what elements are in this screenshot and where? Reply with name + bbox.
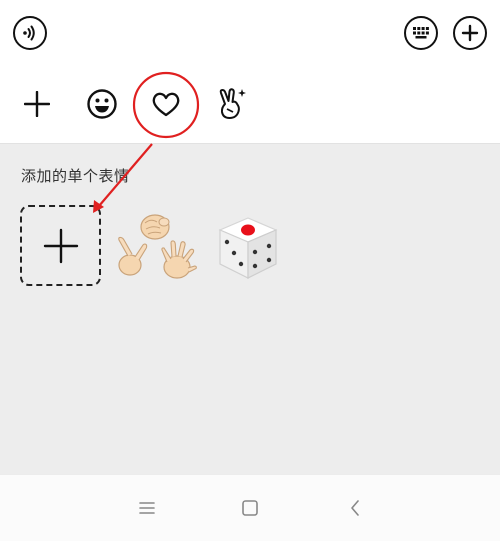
system-nav-bar [0, 474, 500, 541]
sticker-panel: 添加的单个表情 [0, 144, 500, 474]
plus-icon [43, 228, 78, 263]
rock-paper-scissors-sticker[interactable] [115, 210, 197, 282]
keyboard-icon[interactable] [404, 16, 438, 50]
emoji-tab-bar [0, 66, 500, 144]
dice-sticker[interactable] [212, 212, 284, 284]
menu-icon[interactable] [132, 493, 162, 523]
back-icon[interactable] [340, 493, 370, 523]
section-title: 添加的单个表情 [21, 167, 130, 185]
add-sticker-button[interactable] [20, 205, 101, 286]
voice-icon[interactable] [13, 16, 47, 50]
plus-circle-icon[interactable] [453, 16, 487, 50]
hand-gesture-icon[interactable] [212, 84, 252, 124]
emoji-icon[interactable] [82, 84, 122, 124]
top-bar [0, 0, 500, 66]
heart-icon[interactable] [146, 84, 186, 124]
home-icon[interactable] [235, 493, 265, 523]
add-icon[interactable] [17, 84, 57, 124]
